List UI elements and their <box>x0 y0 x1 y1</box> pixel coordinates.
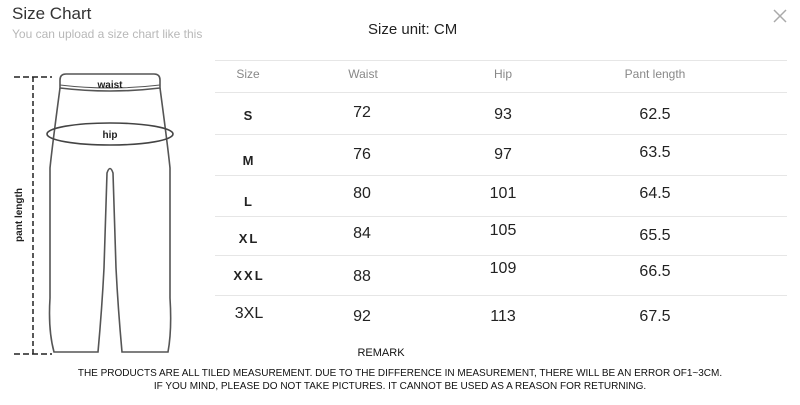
remark-heading: REMARK <box>357 347 405 359</box>
cell-hip: 113 <box>490 308 516 325</box>
column-header-hip: Hip <box>493 67 513 81</box>
table-top-rule <box>215 60 787 61</box>
cell-hip: 93 <box>494 106 512 123</box>
cell-length: 62.5 <box>639 106 671 123</box>
pant-length-label: pant length <box>14 188 25 242</box>
waist-label: waist <box>96 80 123 91</box>
cell-size: 3XL <box>234 305 264 322</box>
cell-length: 64.5 <box>639 185 671 202</box>
remark-line-1: THE PRODUCTS ARE ALL TILED MEASUREMENT. … <box>77 368 723 379</box>
row-rule <box>215 92 787 93</box>
column-header-waist: Waist <box>348 67 378 81</box>
pants-illustration: pant length waist hip <box>14 73 174 355</box>
cell-hip: 109 <box>489 260 517 277</box>
row-rule <box>215 295 787 296</box>
cell-waist: 80 <box>353 185 371 202</box>
page-title: Size Chart <box>12 4 92 23</box>
cell-hip: 101 <box>489 185 517 202</box>
cell-hip: 105 <box>489 222 517 239</box>
upload-hint: You can upload a size chart like this <box>12 27 203 41</box>
row-rule <box>215 255 787 256</box>
hip-label: hip <box>103 130 118 141</box>
cell-hip: 97 <box>494 146 512 163</box>
cell-waist: 88 <box>353 268 371 285</box>
column-header-length: Pant length <box>624 67 686 81</box>
cell-length: 66.5 <box>639 263 671 280</box>
cell-waist: 92 <box>353 308 371 325</box>
remark-line-2: IF YOU MIND, PLEASE DO NOT TAKE PICTURES… <box>153 381 647 392</box>
cell-size: XXL <box>233 268 265 283</box>
size-unit: Size unit: CM <box>368 21 458 38</box>
cell-size: M <box>242 153 256 168</box>
cell-size: XL <box>238 231 260 246</box>
row-rule <box>215 175 787 176</box>
row-rule <box>215 216 787 217</box>
cell-waist: 84 <box>353 225 371 242</box>
cell-size: L <box>244 194 254 209</box>
cell-size: S <box>243 108 255 123</box>
cell-length: 63.5 <box>639 144 671 161</box>
row-rule <box>215 134 787 135</box>
close-icon[interactable] <box>770 6 790 26</box>
cell-length: 67.5 <box>639 308 671 325</box>
cell-waist: 72 <box>353 104 371 121</box>
cell-length: 65.5 <box>639 227 671 244</box>
cell-waist: 76 <box>353 146 371 163</box>
column-header-size: Size <box>236 67 260 81</box>
